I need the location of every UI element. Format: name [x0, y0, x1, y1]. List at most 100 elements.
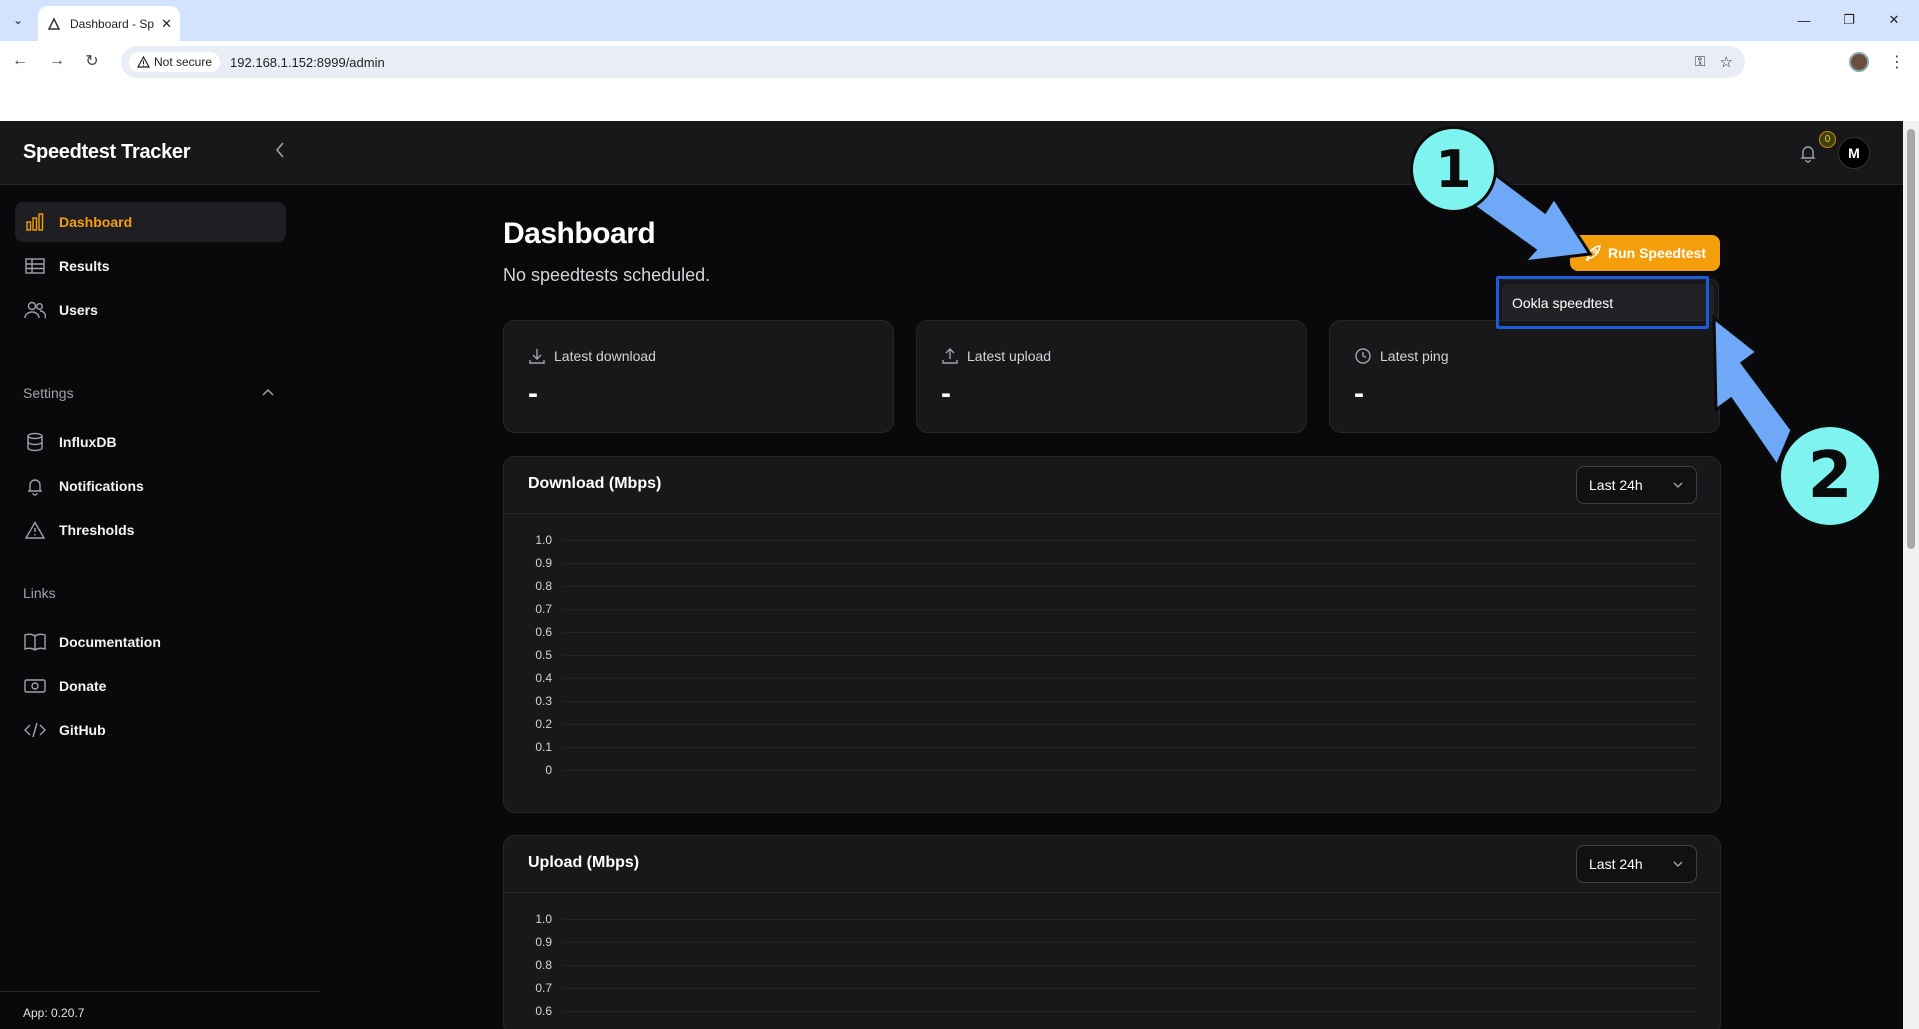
- gridline: [563, 540, 1698, 541]
- app-topbar: Speedtest Tracker 0 M: [0, 121, 1903, 185]
- gridline: [563, 655, 1698, 656]
- sidebar-item-influxdb[interactable]: InfluxDB: [15, 422, 286, 462]
- y-tick-label: 0.4: [535, 671, 552, 685]
- sidebar-item-notifications[interactable]: Notifications: [15, 466, 286, 506]
- y-tick-label: 0.7: [535, 602, 552, 616]
- notifications-bell-icon[interactable]: [1798, 143, 1818, 168]
- sidebar-item-documentation[interactable]: Documentation: [15, 622, 286, 662]
- notification-count-badge: 0: [1819, 131, 1836, 148]
- sidebar-item-users[interactable]: Users: [15, 290, 286, 330]
- bar-chart-icon: [24, 211, 46, 233]
- chevron-down-icon: [1673, 482, 1683, 488]
- restore-button[interactable]: ❐: [1829, 8, 1869, 32]
- y-tick-label: 0.9: [535, 935, 552, 949]
- sidebar-item-label: Results: [59, 258, 110, 274]
- speedtest-favicon-icon: [47, 16, 61, 30]
- gridline: [563, 632, 1698, 633]
- reload-icon[interactable]: ↻: [80, 49, 104, 73]
- bookmark-star-icon[interactable]: ☆: [1720, 53, 1733, 71]
- page-subtitle: No speedtests scheduled.: [503, 265, 711, 285]
- range-select[interactable]: Last 24h: [1576, 466, 1697, 504]
- range-select-value: Last 24h: [1589, 856, 1643, 872]
- scrollbar-thumb[interactable]: [1907, 129, 1915, 549]
- gridline: [563, 965, 1698, 966]
- range-select[interactable]: Last 24h: [1576, 845, 1697, 883]
- chart-title: Upload (Mbps): [528, 854, 640, 871]
- sidebar-item-thresholds[interactable]: Thresholds: [15, 510, 286, 550]
- gridline: [563, 747, 1698, 748]
- page-top-strip: [0, 81, 1919, 121]
- y-tick-label: 0: [545, 763, 552, 777]
- stat-value: -: [1354, 377, 1364, 410]
- browser-menu-icon[interactable]: ⋮: [1889, 52, 1905, 72]
- gridline: [563, 609, 1698, 610]
- sidebar-item-label: Documentation: [59, 634, 161, 650]
- sidebar-item-donate[interactable]: Donate: [15, 666, 286, 706]
- run-speedtest-button[interactable]: Run Speedtest: [1570, 235, 1720, 271]
- links-group-label: Links: [23, 585, 56, 601]
- browser-tab[interactable]: Dashboard - Sp ✕: [38, 6, 180, 41]
- y-tick-label: 0.8: [535, 579, 552, 593]
- database-icon: [24, 431, 46, 453]
- gridline: [563, 919, 1698, 920]
- y-tick-label: 1.0: [535, 533, 552, 547]
- settings-group-label[interactable]: Settings: [23, 385, 74, 401]
- sidebar-item-results[interactable]: Results: [15, 246, 286, 286]
- table-icon: [24, 255, 46, 277]
- y-tick-label: 0.9: [535, 556, 552, 570]
- code-icon: [24, 719, 46, 741]
- stat-label: Latest ping: [1380, 348, 1449, 364]
- gridline: [563, 724, 1698, 725]
- app-root: Speedtest Tracker 0 M Dashboard Results: [0, 121, 1903, 1029]
- sidebar: Dashboard Results Users Settings InfluxD…: [0, 185, 320, 1029]
- stat-label: Latest download: [554, 348, 656, 364]
- ookla-speedtest-menu-item[interactable]: Ookla speedtest: [1502, 284, 1714, 322]
- user-avatar[interactable]: M: [1838, 137, 1870, 169]
- y-tick-label: 0.6: [535, 1004, 552, 1018]
- minimize-button[interactable]: —: [1784, 8, 1824, 32]
- users-icon: [24, 299, 46, 321]
- tab-search-button[interactable]: ⌄: [8, 10, 28, 30]
- close-window-button[interactable]: ✕: [1874, 8, 1914, 32]
- y-tick-label: 0.2: [535, 717, 552, 731]
- sidebar-item-label: Users: [59, 302, 98, 318]
- not-secure-label: Not secure: [154, 55, 213, 69]
- y-tick-label: 0.8: [535, 958, 552, 972]
- profile-avatar-icon[interactable]: [1849, 52, 1869, 72]
- bell-icon: [24, 475, 46, 497]
- url-text[interactable]: 192.168.1.152:8999/admin: [230, 55, 385, 70]
- stat-value: -: [528, 377, 538, 410]
- sidebar-item-label: Notifications: [59, 478, 144, 494]
- clock-icon: [1355, 348, 1371, 364]
- book-icon: [24, 631, 46, 653]
- gridline: [563, 988, 1698, 989]
- brand-title[interactable]: Speedtest Tracker: [23, 141, 191, 164]
- collapse-sidebar-icon[interactable]: [274, 141, 286, 164]
- gridline: [563, 1011, 1698, 1012]
- y-tick-label: 0.1: [535, 740, 552, 754]
- y-tick-label: 1.0: [535, 912, 552, 926]
- chart-title: Download (Mbps): [528, 475, 662, 492]
- address-bar[interactable]: Not secure 192.168.1.152:8999/admin ⚿ ☆: [121, 46, 1745, 78]
- password-key-icon[interactable]: ⚿: [1695, 53, 1706, 71]
- not-secure-chip[interactable]: Not secure: [129, 52, 221, 72]
- gridline: [563, 563, 1698, 564]
- sidebar-item-github[interactable]: GitHub: [15, 710, 286, 750]
- sidebar-item-dashboard[interactable]: Dashboard: [15, 202, 286, 242]
- run-speedtest-label: Run Speedtest: [1607, 245, 1706, 261]
- range-select-value: Last 24h: [1589, 477, 1643, 493]
- forward-icon[interactable]: →: [45, 49, 69, 73]
- page-scrollbar[interactable]: [1903, 121, 1919, 1029]
- back-icon[interactable]: ←: [8, 49, 32, 73]
- warning-icon: [24, 519, 46, 541]
- tab-close-icon[interactable]: ✕: [161, 16, 172, 32]
- app-version: App: 0.20.7: [0, 991, 320, 1029]
- upload-icon: [942, 348, 958, 364]
- stat-value: -: [941, 377, 951, 410]
- latest-upload-card: Latest upload -: [916, 320, 1307, 433]
- browser-tabstrip: ⌄ Dashboard - Sp ✕ — ❐ ✕: [0, 0, 1919, 41]
- gridline: [563, 770, 1698, 771]
- gridline: [563, 942, 1698, 943]
- chevron-up-icon[interactable]: [262, 385, 274, 399]
- latest-ping-card: Latest ping -: [1329, 320, 1720, 433]
